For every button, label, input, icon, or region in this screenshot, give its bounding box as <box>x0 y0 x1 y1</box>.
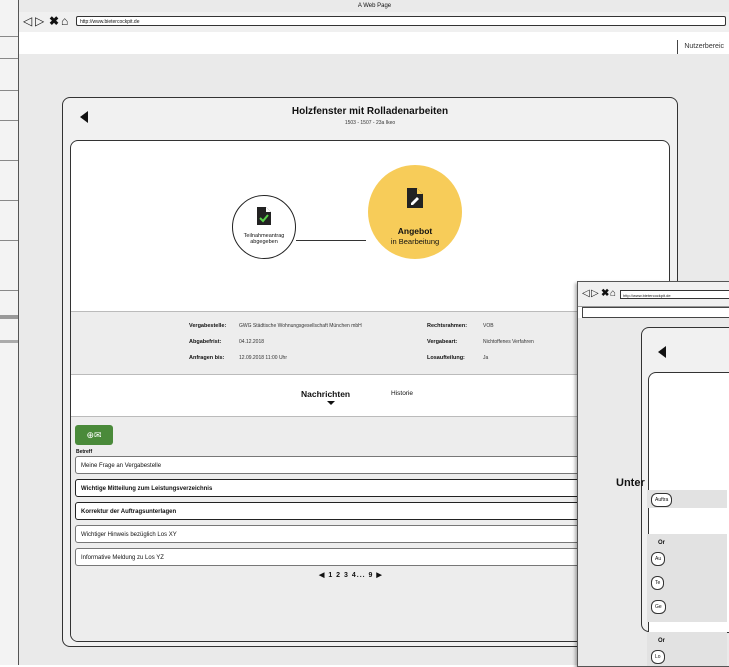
tab-nachrichten[interactable]: Nachrichten <box>301 389 350 399</box>
url-input[interactable]: http://www.bietercockpit.de <box>76 16 726 26</box>
status-step-submitted: Teilnahmeantrag abgegeben <box>232 195 296 259</box>
anfragen-label: Anfragen bis: <box>189 355 225 361</box>
vergabestelle-label: Vergabestelle: <box>189 323 227 329</box>
rechtsrahmen-label: Rechtsrahmen: <box>427 323 468 329</box>
forward-icon[interactable]: ▷ <box>35 14 44 28</box>
second-heading: Unter <box>616 477 645 489</box>
message-row[interactable]: Meine Frage an Vergabestelle <box>75 456 663 474</box>
step2-title: Angebot <box>397 226 433 236</box>
next-page-icon[interactable]: ▶ <box>376 572 382 579</box>
anfragen-value: 12.09.2018 11:00 Uhr <box>239 355 288 361</box>
option-pill[interactable]: Au <box>651 552 666 566</box>
betreff-header: Betreff <box>76 449 93 455</box>
back-arrow-icon[interactable] <box>658 346 666 358</box>
second-toolbar: ◁ ▷ ✖ ⌂ http://www.bietercockpit.de <box>578 282 729 307</box>
abgabefrist-label: Abgabefrist: <box>189 339 222 345</box>
page-numbers[interactable]: 1 2 3 4... 9 <box>328 572 373 579</box>
losaufteilung-value: Ja <box>483 355 489 361</box>
vergabestelle-value: GWG Städtische Wohnungsgesellschaft Münc… <box>239 323 362 329</box>
message-row[interactable]: Informative Meldung zu Los YZ <box>75 548 663 566</box>
losaufteilung-label: Losaufteilung: <box>427 355 465 361</box>
option-pill[interactable]: Te <box>651 576 665 590</box>
abgabefrist-value: 04.12.2018 <box>239 339 265 345</box>
status-connector <box>296 240 366 241</box>
tab-active-caret-icon <box>327 401 335 405</box>
message-row[interactable]: Wichtiger Hinweis bezüglich Los XY <box>75 525 663 543</box>
vergabeart-label: Vergabeart: <box>427 339 458 345</box>
app-header: Nutzerbereic <box>19 32 729 55</box>
forward-icon[interactable]: ▷ <box>591 287 599 301</box>
rechtsrahmen-value: VOB <box>483 323 494 329</box>
section-label: Or <box>658 540 666 546</box>
section-label: Or <box>658 638 666 644</box>
status-step-offer: Angebot in Bearbeitung <box>368 165 462 259</box>
back-icon[interactable]: ◁ <box>582 287 590 301</box>
message-row[interactable]: Wichtige Mitteilung zum Leistungsverzeic… <box>75 479 663 497</box>
option-pill[interactable]: Ge <box>651 600 666 614</box>
message-row[interactable]: Korrektur der Auftragsunterlagen <box>75 502 663 520</box>
new-message-button[interactable]: ⊕✉ <box>75 425 113 445</box>
tab-historie[interactable]: Historie <box>391 390 413 397</box>
option-pill[interactable]: Lo <box>651 650 665 664</box>
filter-pill[interactable]: Auftra <box>651 493 673 507</box>
home-icon[interactable]: ⌂ <box>610 287 616 301</box>
second-app-header <box>582 307 729 318</box>
stop-icon[interactable]: ✖ <box>601 287 609 301</box>
second-url-input[interactable]: http://www.bietercockpit.de <box>620 290 729 299</box>
plus-mail-icon: ⊕✉ <box>86 430 102 440</box>
project-subtitle: 1503 - 1507 - 23a Ikeo <box>344 120 396 126</box>
step1-label: Teilnahmeantrag abgegeben <box>243 233 285 245</box>
project-title: Holzfenster mit Rolladenarbeiten <box>291 106 449 117</box>
user-area-link[interactable]: Nutzerbereic <box>677 40 729 54</box>
home-icon[interactable]: ⌂ <box>61 14 68 28</box>
second-browser-window: ◁ ▷ ✖ ⌂ http://www.bietercockpit.de Unte… <box>577 281 729 667</box>
browser-toolbar: ◁ ▷ ✖ ⌂ http://www.bietercockpit.de <box>19 12 729 33</box>
back-icon[interactable]: ◁ <box>23 14 32 28</box>
stop-icon[interactable]: ✖ <box>49 14 59 28</box>
vergabeart-value: Nichtoffenes Verfahren <box>483 339 534 345</box>
prev-page-icon[interactable]: ◀ <box>319 572 325 579</box>
step2-subtitle: in Bearbeitung <box>390 237 440 246</box>
document-check-icon <box>257 207 271 225</box>
document-edit-icon <box>407 188 423 208</box>
pagination[interactable]: ◀ 1 2 3 4... 9 ▶ <box>319 571 383 579</box>
